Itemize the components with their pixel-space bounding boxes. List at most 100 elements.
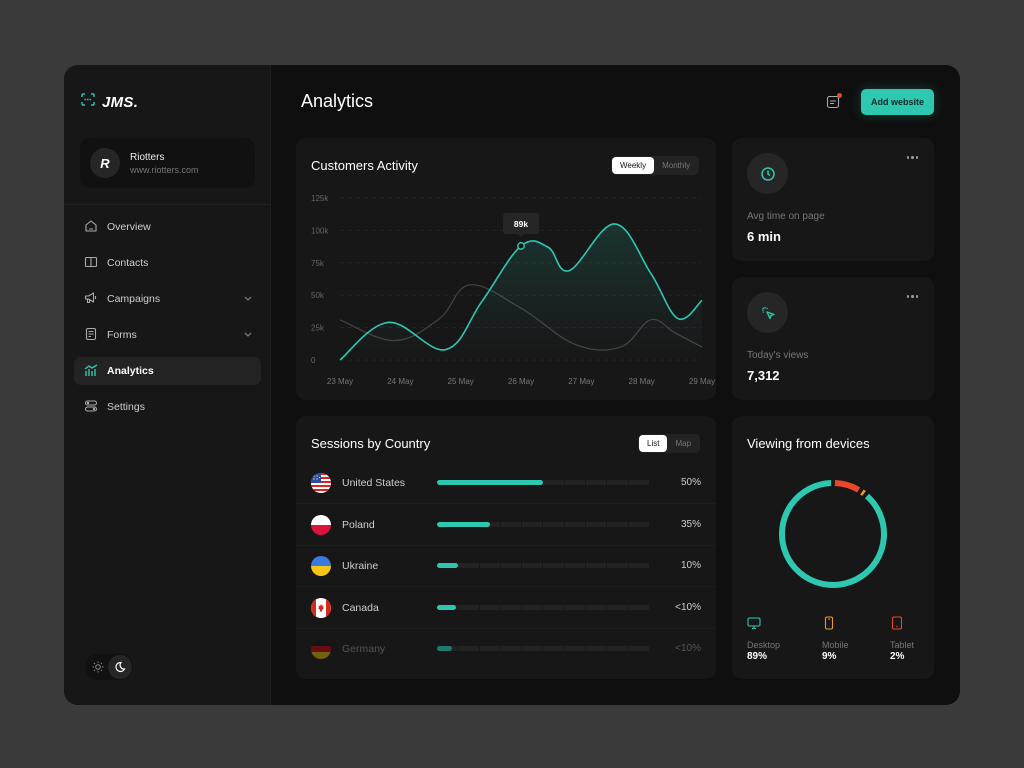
- x-tick-label: 27 May: [568, 377, 594, 386]
- x-tick-label: 26 May: [508, 377, 534, 386]
- country-row[interactable]: Poland 35%: [296, 505, 716, 546]
- add-website-button[interactable]: Add website: [861, 89, 934, 115]
- sidebar-item-forms[interactable]: Forms: [74, 321, 261, 349]
- y-tick-label: 125k: [311, 194, 329, 203]
- pl-flag-icon: [311, 514, 331, 535]
- device-label: Mobile: [822, 640, 849, 650]
- country-name: Poland: [342, 518, 375, 531]
- account-switcher[interactable]: R Riotters www.riotters.com: [80, 138, 255, 188]
- x-tick-label: 25 May: [448, 377, 474, 386]
- device-label: Desktop: [747, 640, 781, 650]
- device-value: 2%: [890, 651, 905, 662]
- sidebar-item-label: Analytics: [107, 365, 154, 377]
- sun-icon[interactable]: [90, 659, 106, 675]
- stat-value: 6 min: [747, 229, 781, 244]
- ca-flag-icon: [311, 597, 331, 618]
- x-tick-label: 29 May: [689, 377, 715, 386]
- cursor-click-icon: [747, 292, 788, 333]
- donut-slice-mobile[interactable]: [834, 480, 861, 493]
- sidebar-item-label: Overview: [107, 221, 151, 233]
- de-flag-icon: [311, 639, 331, 660]
- sidebar-item-label: Contacts: [107, 257, 149, 269]
- card-title: Sessions by Country: [311, 436, 431, 451]
- settings-toggle-icon: [84, 399, 98, 416]
- percent-label: 10%: [680, 560, 701, 572]
- progress-bar: [437, 521, 649, 527]
- sidebar-item-contacts[interactable]: Contacts: [74, 249, 261, 277]
- sidebar: JMS. R Riotters www.riotters.com Overvie…: [64, 65, 271, 705]
- progress-fill: [437, 521, 490, 527]
- more-options-button[interactable]: [906, 295, 918, 298]
- phone-icon: [822, 616, 836, 634]
- chevron-down-icon[interactable]: [243, 293, 253, 306]
- country-name: Germany: [342, 643, 386, 656]
- sidebar-divider: [64, 204, 271, 205]
- highlighted-point[interactable]: [517, 242, 525, 250]
- logo-icon: [81, 93, 95, 111]
- progress-bar: [437, 480, 649, 485]
- chevron-down-icon[interactable]: [243, 329, 253, 342]
- clock-icon: [747, 153, 788, 194]
- progress-fill: [437, 480, 543, 485]
- x-tick-label: 24 May: [387, 377, 413, 386]
- sidebar-item-analytics[interactable]: Analytics: [74, 357, 261, 385]
- country-name: United States: [342, 477, 406, 489]
- tooltip-pointer: [518, 233, 524, 237]
- logo[interactable]: JMS.: [81, 93, 138, 111]
- percent-label: 50%: [680, 477, 701, 488]
- app-window: JMS. R Riotters www.riotters.com Overvie…: [64, 65, 960, 705]
- donut-slice-desktop[interactable]: [779, 480, 887, 588]
- country-name: Ukraine: [342, 560, 379, 573]
- megaphone-icon: [84, 291, 98, 308]
- sessions-by-country-card: Sessions by Country List Map United Stat…: [296, 416, 716, 679]
- country-name: Canada: [342, 601, 379, 614]
- notification-icon: [826, 95, 840, 113]
- sidebar-item-overview[interactable]: Overview: [74, 213, 261, 241]
- sidebar-item-label: Settings: [107, 401, 145, 413]
- devices-card: Viewing from devices Desktop 89% Mobile …: [732, 416, 934, 679]
- more-options-button[interactable]: [906, 156, 918, 159]
- account-url: www.riotters.com: [130, 164, 199, 175]
- y-tick-label: 75k: [311, 259, 325, 268]
- sidebar-item-campaigns[interactable]: Campaigns: [74, 285, 261, 313]
- y-tick-label: 50k: [311, 291, 325, 300]
- donut-slice-tablet[interactable]: [860, 489, 866, 496]
- country-row[interactable]: Germany <10%: [296, 629, 716, 670]
- us-flag-icon: [311, 473, 331, 493]
- book-icon: [84, 255, 98, 272]
- avatar: R: [90, 148, 120, 178]
- tab-list[interactable]: List: [639, 435, 668, 452]
- card-title: Viewing from devices: [747, 436, 870, 451]
- moon-icon[interactable]: [108, 655, 132, 679]
- todays-views-card: Today's views 7,312: [732, 277, 934, 400]
- country-row[interactable]: United States 50%: [296, 463, 716, 504]
- device-mobile: Mobile 9%: [822, 616, 849, 662]
- tab-map[interactable]: Map: [667, 435, 699, 452]
- page-title: Analytics: [301, 91, 374, 111]
- progress-fill: [437, 646, 452, 652]
- theme-toggle[interactable]: [85, 654, 133, 680]
- progress-bar: [437, 646, 649, 652]
- brand-name: JMS.: [102, 93, 139, 111]
- country-row[interactable]: Canada <10%: [296, 588, 716, 629]
- device-value: 89%: [747, 651, 768, 662]
- country-row[interactable]: Ukraine 10%: [296, 546, 716, 588]
- x-tick-label: 28 May: [629, 377, 655, 386]
- home-icon: [84, 219, 98, 236]
- stat-label: Today's views: [747, 350, 809, 361]
- x-tick-label: 23 May: [327, 377, 353, 386]
- percent-label: <10%: [675, 601, 701, 613]
- monitor-icon: [747, 617, 761, 634]
- device-label: Tablet: [890, 640, 915, 650]
- notifications-button[interactable]: [826, 93, 842, 109]
- notification-badge: [837, 93, 842, 98]
- percent-label: <10%: [675, 643, 701, 655]
- y-tick-label: 25k: [311, 324, 325, 333]
- sidebar-item-settings[interactable]: Settings: [74, 393, 261, 421]
- account-name: Riotters: [130, 151, 165, 163]
- device-desktop: Desktop 89%: [747, 616, 780, 662]
- progress-bar: [437, 563, 649, 569]
- stat-value: 7,312: [747, 368, 780, 383]
- progress-fill: [437, 563, 459, 569]
- devices-donut-chart: [779, 480, 887, 588]
